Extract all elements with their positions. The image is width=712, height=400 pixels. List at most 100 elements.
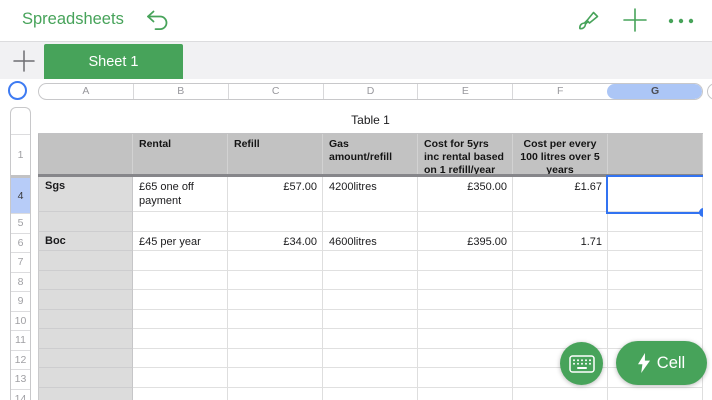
table-cell[interactable] xyxy=(228,388,323,400)
add-icon[interactable] xyxy=(622,7,648,33)
more-icon[interactable] xyxy=(666,11,696,31)
selection-drag-handle[interactable] xyxy=(699,208,703,217)
column-header-b[interactable]: B xyxy=(133,84,228,99)
table-cell[interactable] xyxy=(133,329,228,349)
table-cell[interactable]: £57.00 xyxy=(228,177,323,212)
table-cell[interactable] xyxy=(323,368,418,388)
table-cell[interactable] xyxy=(323,310,418,330)
table-cell[interactable] xyxy=(418,212,513,232)
table-cell[interactable] xyxy=(228,368,323,388)
table-cell[interactable] xyxy=(418,310,513,330)
table-cell[interactable]: 4600litres xyxy=(323,232,418,252)
column-header-f[interactable]: F xyxy=(512,84,607,99)
table-cell[interactable] xyxy=(513,251,608,271)
table-cell[interactable]: Gas amount/refill xyxy=(323,134,418,174)
table-cell[interactable] xyxy=(608,290,703,310)
table-cell[interactable] xyxy=(133,310,228,330)
table-cell[interactable]: Cost for 5yrs inc rental based on 1 refi… xyxy=(418,134,513,174)
table-cell[interactable]: £395.00 xyxy=(418,232,513,252)
table-cell[interactable]: Boc xyxy=(38,232,133,252)
table-cell[interactable] xyxy=(513,388,608,400)
table-cell[interactable]: £45 per year xyxy=(133,232,228,252)
table-cell[interactable] xyxy=(418,251,513,271)
spreadsheets-back-button[interactable]: Spreadsheets xyxy=(22,10,124,29)
cell-action-button[interactable]: Cell xyxy=(616,341,707,385)
table-cell[interactable] xyxy=(323,290,418,310)
table-cell[interactable]: Sgs xyxy=(38,177,133,212)
column-header-a[interactable]: A xyxy=(39,84,133,99)
tab-sheet-1[interactable]: Sheet 1 xyxy=(44,44,183,80)
table-cell[interactable] xyxy=(133,290,228,310)
table-cell[interactable]: Cost per every 100 litres over 5 years xyxy=(513,134,608,174)
table-cell[interactable] xyxy=(38,310,133,330)
table-cell[interactable] xyxy=(608,251,703,271)
column-header-c[interactable]: C xyxy=(228,84,323,99)
table-title[interactable]: Table 1 xyxy=(38,107,703,133)
row-header-13[interactable]: 13 xyxy=(11,369,30,389)
row-header-1[interactable]: 1 xyxy=(11,134,30,178)
table-cell[interactable] xyxy=(38,212,133,232)
table-cell[interactable] xyxy=(228,349,323,369)
row-header-11[interactable]: 11 xyxy=(11,330,30,350)
table-cell[interactable] xyxy=(38,251,133,271)
table-cell[interactable]: Rental xyxy=(133,134,228,174)
table-cell[interactable] xyxy=(418,349,513,369)
row-header-14[interactable]: 14 xyxy=(11,389,30,400)
table-cell[interactable]: £350.00 xyxy=(418,177,513,212)
undo-icon[interactable] xyxy=(145,9,171,32)
table-cell[interactable] xyxy=(38,388,133,400)
table-cell[interactable] xyxy=(228,212,323,232)
column-header-e[interactable]: E xyxy=(417,84,512,99)
row-header-10[interactable]: 10 xyxy=(11,311,30,331)
table-cell[interactable]: Refill xyxy=(228,134,323,174)
table-cell[interactable]: 1.71 xyxy=(513,232,608,252)
row-header-9[interactable]: 9 xyxy=(11,291,30,311)
table-cell[interactable] xyxy=(608,271,703,291)
row-header-6[interactable]: 6 xyxy=(11,233,30,253)
format-paintbrush-icon[interactable] xyxy=(574,8,600,34)
table-cell[interactable] xyxy=(228,251,323,271)
table-cell[interactable] xyxy=(228,329,323,349)
table-cell[interactable] xyxy=(38,329,133,349)
table-cell[interactable] xyxy=(228,271,323,291)
table-cell[interactable] xyxy=(133,212,228,232)
table-cell[interactable]: 4200litres xyxy=(323,177,418,212)
table-cell[interactable] xyxy=(38,349,133,369)
table-cell[interactable] xyxy=(323,388,418,400)
table-cell[interactable] xyxy=(323,329,418,349)
table-cell[interactable] xyxy=(608,388,703,400)
keyboard-button[interactable] xyxy=(560,342,603,385)
table-cell[interactable] xyxy=(323,251,418,271)
table-cell[interactable] xyxy=(133,349,228,369)
table-cell[interactable] xyxy=(133,271,228,291)
table-cell[interactable] xyxy=(608,232,703,252)
table-cell[interactable] xyxy=(228,290,323,310)
table-cell[interactable] xyxy=(513,271,608,291)
table-cell[interactable] xyxy=(323,212,418,232)
table-cell[interactable] xyxy=(608,212,703,232)
row-header-12[interactable]: 12 xyxy=(11,350,30,370)
row-header-5[interactable]: 5 xyxy=(11,213,30,233)
table-cell[interactable] xyxy=(323,349,418,369)
table-cell[interactable] xyxy=(228,310,323,330)
table-cell[interactable] xyxy=(513,310,608,330)
table-cell[interactable] xyxy=(418,271,513,291)
select-all-circle[interactable] xyxy=(8,81,27,100)
column-header-d[interactable]: D xyxy=(323,84,418,99)
table-cell[interactable] xyxy=(323,271,418,291)
table-cell[interactable]: £65 one off payment xyxy=(133,177,228,212)
table-cell[interactable] xyxy=(513,290,608,310)
table-cell[interactable] xyxy=(133,388,228,400)
table-cell[interactable]: £1.67 xyxy=(513,177,608,212)
table-cell[interactable] xyxy=(418,368,513,388)
table-cell[interactable] xyxy=(38,134,133,174)
table-cell[interactable]: £34.00 xyxy=(228,232,323,252)
table-cell[interactable] xyxy=(38,271,133,291)
table-cell[interactable] xyxy=(608,134,703,174)
row-header-8[interactable]: 8 xyxy=(11,272,30,292)
table-cell[interactable] xyxy=(608,310,703,330)
row-header-7[interactable]: 7 xyxy=(11,252,30,272)
table-cell[interactable] xyxy=(38,290,133,310)
table-cell[interactable] xyxy=(418,388,513,400)
table-cell[interactable] xyxy=(418,329,513,349)
